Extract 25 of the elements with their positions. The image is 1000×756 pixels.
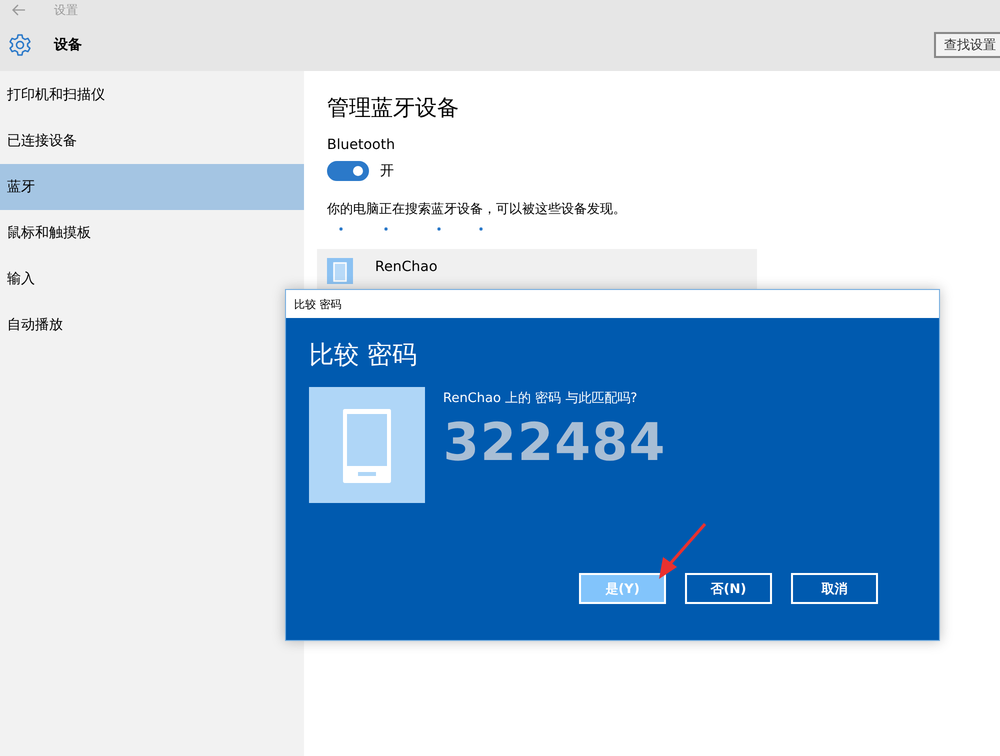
dialog-heading: 比较 密码 (309, 339, 418, 371)
bluetooth-label: Bluetooth (327, 137, 396, 153)
pairing-code: 322484 (443, 413, 666, 473)
dialog-button[interactable]: 否(N) (685, 573, 772, 604)
sidebar-item[interactable]: 蓝牙 (0, 164, 304, 210)
annotation-arrow (657, 523, 707, 581)
sidebar-item[interactable]: 已连接设备 (0, 118, 304, 164)
device-name: RenChao (375, 259, 438, 275)
device-item[interactable]: RenChao (317, 249, 757, 289)
page-title: 设备 (54, 36, 83, 54)
bluetooth-toggle[interactable] (327, 161, 369, 181)
phone-icon (309, 387, 425, 503)
window-title: 设置 (54, 2, 78, 18)
pairing-question: RenChao 上的 密码 与此匹配吗? (443, 390, 638, 407)
section-heading: 管理蓝牙设备 (327, 95, 460, 123)
sidebar-item[interactable]: 打印机和扫描仪 (0, 72, 304, 118)
dialog-title: 比较 密码 (294, 296, 342, 312)
toggle-state-label: 开 (380, 162, 394, 180)
device-icon (327, 258, 353, 284)
sidebar-item[interactable]: 鼠标和触摸板 (0, 210, 304, 256)
back-arrow-icon[interactable] (12, 4, 26, 16)
search-field[interactable]: 查找设置 (934, 32, 1000, 58)
dialog-button[interactable]: 取消 (791, 573, 878, 604)
status-text: 你的电脑正在搜索蓝牙设备，可以被这些设备发现。 (327, 201, 627, 218)
settings-icon (8, 33, 32, 57)
